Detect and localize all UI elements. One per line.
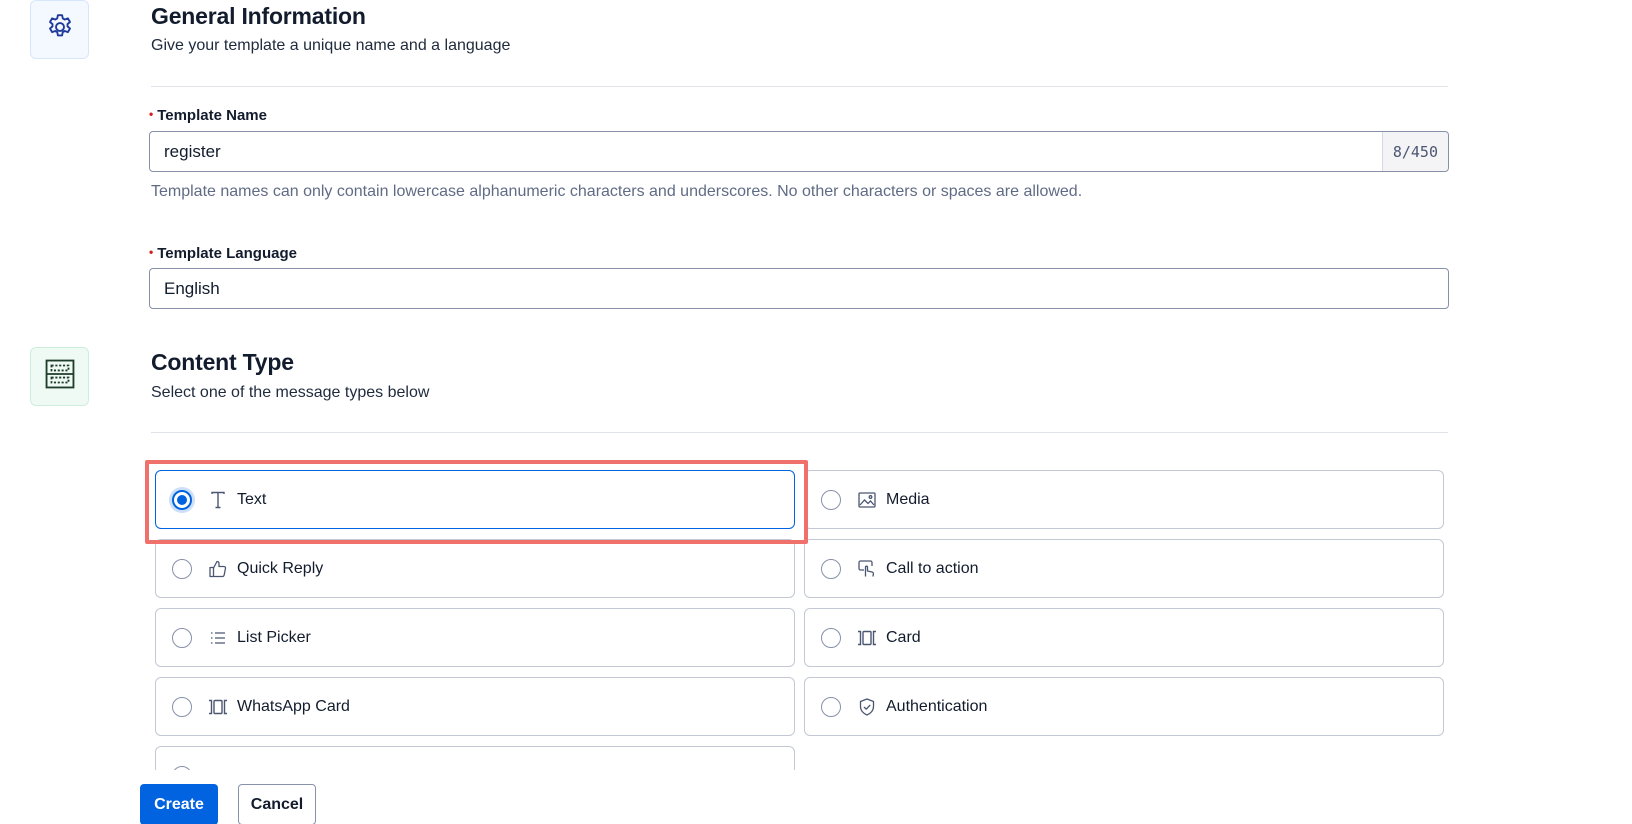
content-option-quick-reply[interactable]: Quick Reply (155, 539, 795, 598)
tap-icon (857, 559, 877, 579)
options-scroll-clip (0, 740, 1632, 770)
cancel-button[interactable]: Cancel (238, 784, 316, 824)
option-label: Quick Reply (237, 559, 324, 577)
image-icon (857, 490, 877, 510)
template-name-input[interactable] (150, 132, 1382, 171)
radio[interactable] (172, 558, 192, 579)
template-language-label: • Template Language (149, 245, 297, 262)
content-option-card[interactable]: Card (804, 608, 1444, 667)
required-indicator: • (149, 107, 154, 121)
radio-selected[interactable] (172, 489, 192, 510)
content-type-section-icon (30, 347, 89, 406)
radio[interactable] (821, 489, 841, 510)
content-option-call-to-action[interactable]: Call to action (804, 539, 1444, 598)
option-label: Authentication (886, 697, 988, 715)
divider (151, 432, 1448, 433)
template-name-help: Template names can only contain lowercas… (151, 183, 1083, 200)
card-icon (857, 628, 877, 648)
radio[interactable] (821, 696, 841, 717)
radio[interactable] (821, 627, 841, 648)
text-icon (208, 490, 228, 510)
content-option-text[interactable]: Text (155, 470, 795, 529)
template-language-label-text: Template Language (157, 245, 297, 262)
shield-check-icon (857, 697, 877, 717)
option-label: Card (886, 628, 921, 646)
template-name-field: 8/450 (149, 131, 1449, 172)
radio[interactable] (172, 627, 192, 648)
content-option-media[interactable]: Media (804, 470, 1444, 529)
content-type-title: Content Type (151, 349, 294, 375)
template-name-label-text: Template Name (157, 107, 267, 124)
option-label: List Picker (237, 628, 311, 646)
option-label: Text (237, 490, 267, 508)
content-option-authentication[interactable]: Authentication (804, 677, 1444, 736)
option-label: WhatsApp Card (237, 697, 350, 715)
template-name-label: • Template Name (149, 107, 267, 124)
card-icon (208, 697, 228, 717)
radio[interactable] (821, 558, 841, 579)
content-option-clipped[interactable] (155, 746, 795, 770)
general-info-title: General Information (151, 3, 366, 29)
template-language-input[interactable] (150, 269, 1448, 308)
radio[interactable] (172, 696, 192, 717)
general-info-subtitle: Give your template a unique name and a l… (151, 37, 511, 54)
layout-icon (43, 357, 77, 396)
content-type-subtitle: Select one of the message types below (151, 384, 430, 401)
list-icon (208, 628, 228, 648)
content-option-list-picker[interactable]: List Picker (155, 608, 795, 667)
thumbs-up-icon (208, 559, 228, 579)
gear-icon (45, 12, 75, 47)
content-option-whatsapp-card[interactable]: WhatsApp Card (155, 677, 795, 736)
radio[interactable] (172, 765, 192, 770)
template-language-field (149, 268, 1449, 309)
option-label: Call to action (886, 559, 979, 577)
divider (151, 86, 1448, 87)
required-indicator: • (149, 245, 154, 259)
general-info-section-icon (30, 0, 89, 59)
option-label: Media (886, 490, 930, 508)
create-button[interactable]: Create (140, 784, 218, 824)
character-counter: 8/450 (1381, 132, 1448, 171)
